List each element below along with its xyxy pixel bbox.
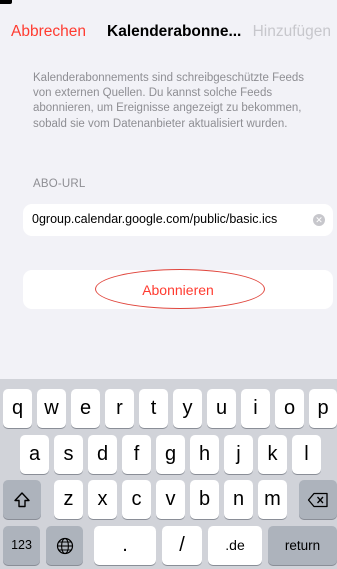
key-f[interactable]: f (122, 435, 151, 474)
description-text: Kalenderabonnements sind schreibgeschütz… (33, 72, 305, 130)
slash-key[interactable]: / (162, 526, 202, 565)
abo-url-value[interactable]: 0group.calendar.google.com/public/basic.… (32, 212, 277, 226)
key-k[interactable]: k (258, 435, 287, 474)
subscribe-button[interactable]: Abonnieren (23, 269, 333, 309)
key-t[interactable]: t (139, 389, 168, 428)
return-key[interactable]: return (268, 526, 337, 565)
key-c[interactable]: c (122, 480, 151, 519)
globe-key[interactable] (46, 526, 83, 565)
key-a[interactable]: a (20, 435, 49, 474)
key-u[interactable]: u (207, 389, 236, 428)
top-corner (0, 0, 12, 4)
key-i[interactable]: i (241, 389, 270, 428)
key-d[interactable]: d (88, 435, 117, 474)
key-p[interactable]: p (309, 389, 337, 428)
key-b[interactable]: b (190, 480, 219, 519)
abo-url-field[interactable]: 0group.calendar.google.com/public/basic.… (23, 204, 333, 236)
domain-key[interactable]: .de (208, 526, 262, 565)
key-j[interactable]: j (224, 435, 253, 474)
key-e[interactable]: e (71, 389, 100, 428)
key-h[interactable]: h (190, 435, 219, 474)
add-button[interactable]: Hinzufügen (253, 23, 331, 41)
page-title: Kalenderabonne... (107, 23, 242, 40)
numbers-key[interactable]: 123 (3, 526, 40, 565)
key-l[interactable]: l (292, 435, 321, 474)
shift-key[interactable] (3, 480, 41, 519)
delete-key[interactable] (299, 480, 337, 519)
key-q[interactable]: q (3, 389, 32, 428)
key-g[interactable]: g (156, 435, 185, 474)
key-w[interactable]: w (37, 389, 66, 428)
key-o[interactable]: o (275, 389, 304, 428)
abo-url-label: ABO-URL (33, 178, 86, 190)
key-v[interactable]: v (156, 480, 185, 519)
cancel-button[interactable]: Abbrechen (11, 23, 86, 41)
shift-icon (14, 492, 30, 508)
key-n[interactable]: n (224, 480, 253, 519)
key-m[interactable]: m (258, 480, 287, 519)
navigation-bar: Abbrechen Kalenderabonne... Hinzufügen (0, 18, 337, 52)
globe-icon (56, 538, 73, 555)
key-r[interactable]: r (105, 389, 134, 428)
delete-icon (307, 493, 328, 508)
key-z[interactable]: z (54, 480, 83, 519)
subscribe-label: Abonnieren (142, 282, 214, 298)
clear-text-icon[interactable]: ✕ (313, 214, 325, 226)
key-x[interactable]: x (88, 480, 117, 519)
keyboard: q w e r t y u i o p a s d f g h j k l z … (0, 379, 337, 569)
period-key[interactable]: . (94, 526, 156, 565)
key-y[interactable]: y (173, 389, 202, 428)
key-s[interactable]: s (54, 435, 83, 474)
